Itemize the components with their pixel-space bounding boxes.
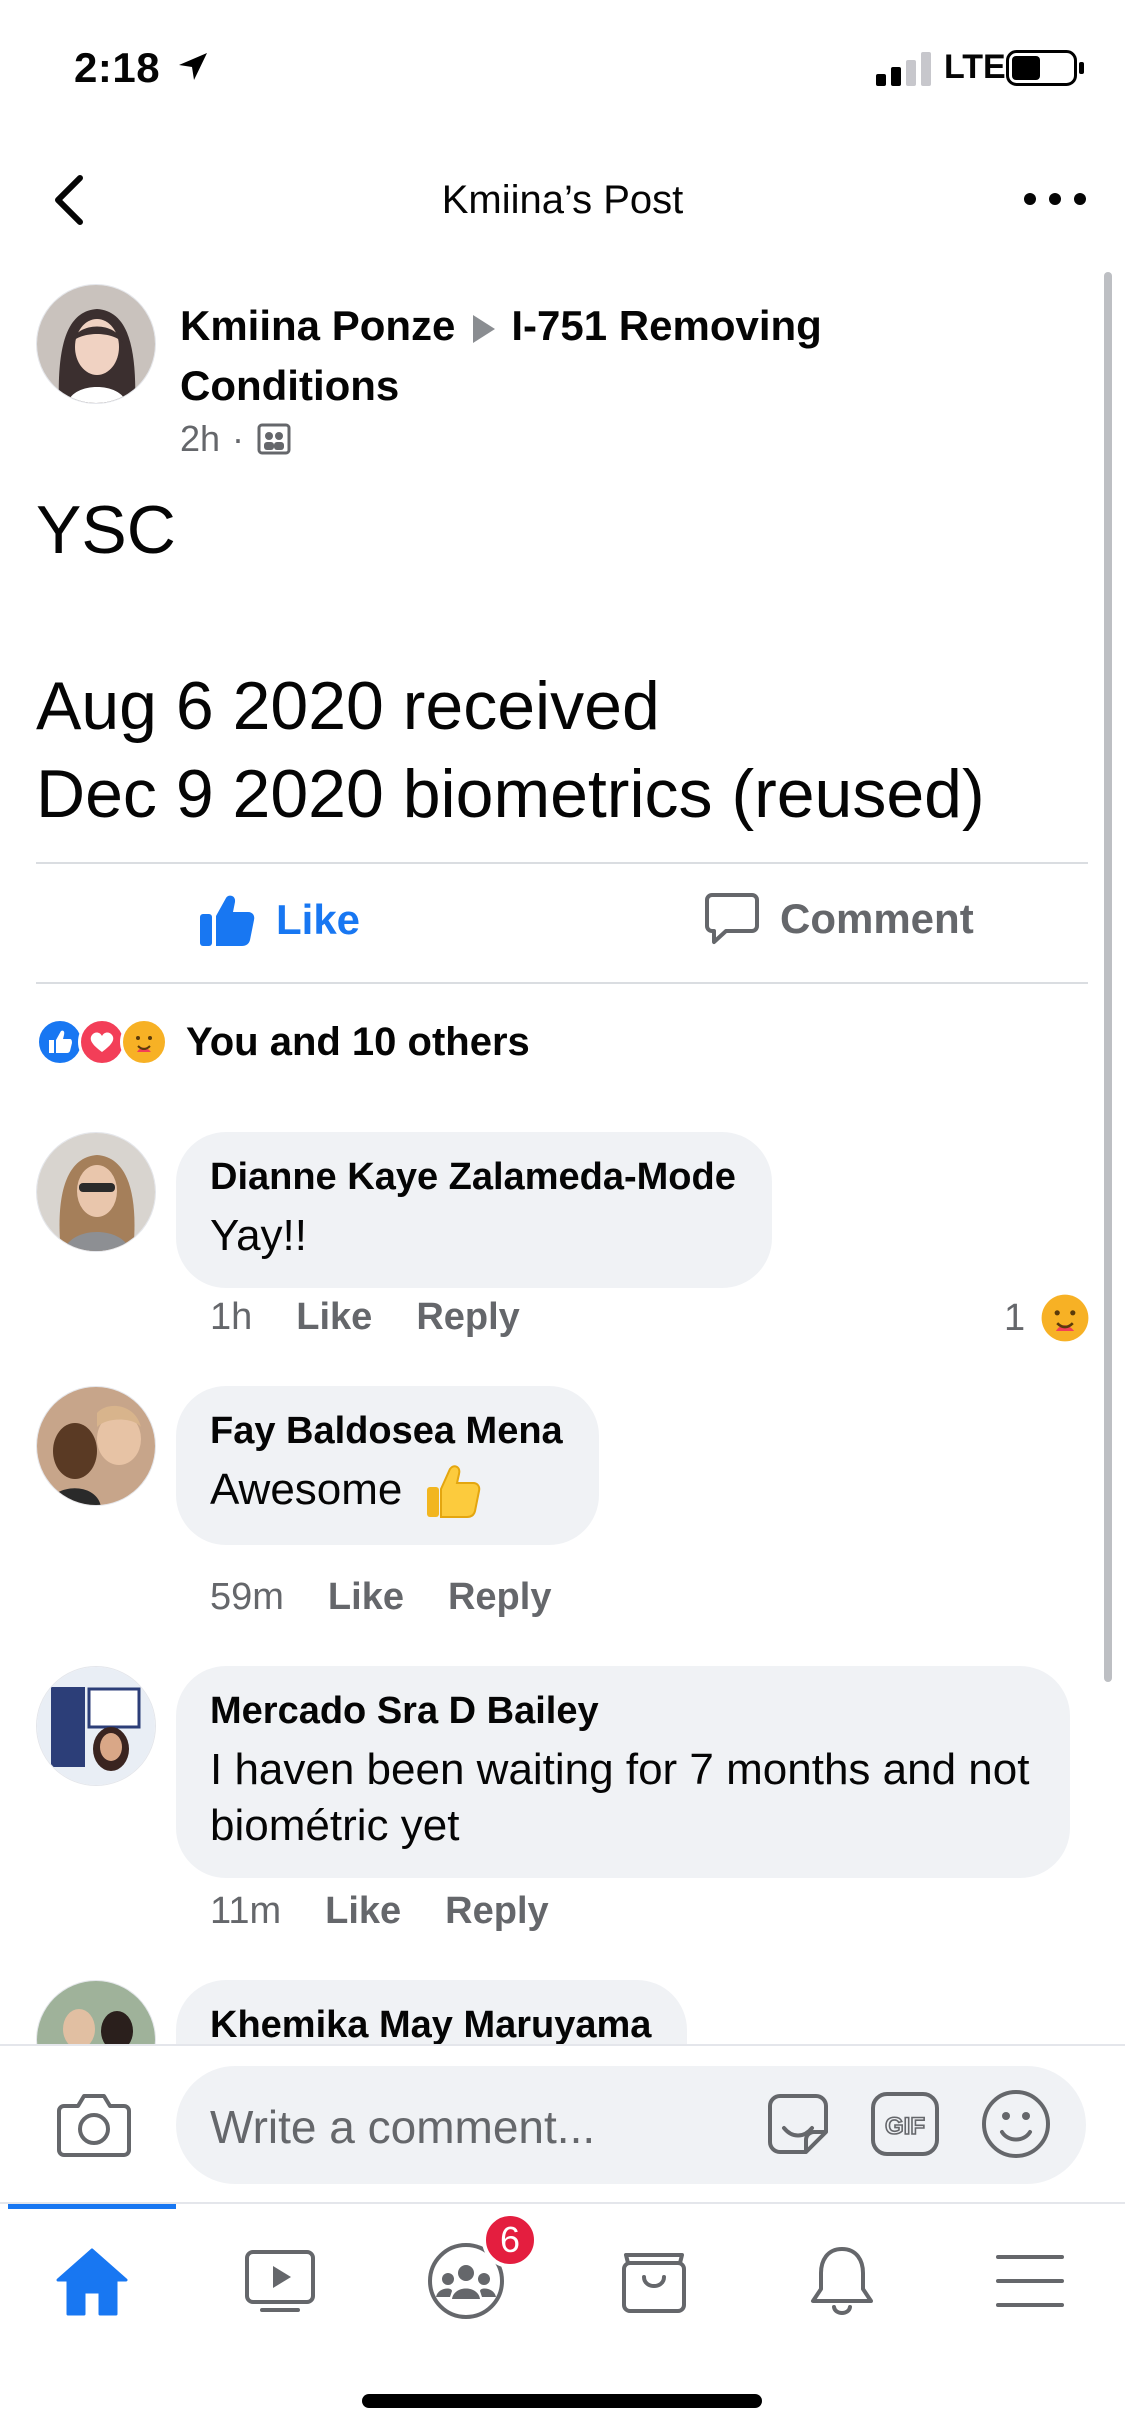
like-button[interactable]: Like — [198, 892, 360, 948]
comment-bubble[interactable]: Mercado Sra D Bailey I haven been waitin… — [176, 1666, 1070, 1878]
tab-home[interactable] — [42, 2236, 142, 2326]
sticker-icon[interactable] — [762, 2088, 834, 2160]
comment-like-button[interactable]: Like — [296, 1296, 372, 1339]
tab-marketplace[interactable] — [604, 2236, 704, 2326]
commenter-avatar[interactable] — [36, 1386, 156, 1506]
bell-icon — [811, 2247, 873, 2315]
network-type: LTE — [944, 48, 1006, 86]
comment-meta: 59m Like Reply — [210, 1576, 595, 1619]
comment-reply-button[interactable]: Reply — [448, 1576, 551, 1619]
comment-reply-button[interactable]: Reply — [445, 1890, 548, 1933]
comment-input[interactable]: Write a comment... GIF — [176, 2066, 1086, 2184]
love-reaction-icon — [78, 1018, 126, 1066]
comment-time: 1h — [210, 1296, 253, 1338]
tab-menu[interactable] — [980, 2236, 1080, 2326]
reaction-count-value: 1 — [1004, 1296, 1026, 1339]
post-body: YSC Aug 6 2020 received Dec 9 2020 biome… — [36, 492, 985, 832]
commenter-name[interactable]: Mercado Sra D Bailey — [210, 1688, 1034, 1734]
home-indicator — [362, 2394, 762, 2408]
like-reaction-icon — [36, 1018, 84, 1066]
post-time[interactable]: 2h — [180, 418, 220, 460]
comment-time: 59m — [210, 1576, 284, 1618]
comment-label: Comment — [780, 895, 974, 942]
tab-watch[interactable] — [230, 2236, 330, 2326]
reactions-summary[interactable]: You and 10 others — [36, 1018, 530, 1066]
like-label: Like — [276, 896, 361, 943]
more-icon[interactable] — [1020, 186, 1090, 212]
home-icon — [56, 2248, 128, 2316]
comment-reply-button[interactable]: Reply — [416, 1296, 519, 1339]
like-icon — [200, 895, 255, 946]
scrollbar[interactable] — [1104, 272, 1112, 1682]
watch-icon — [245, 2250, 315, 2312]
active-tab-indicator — [8, 2204, 176, 2209]
location-arrow-icon — [179, 53, 207, 80]
comment-icon — [705, 893, 759, 944]
care-reaction-icon — [120, 1018, 168, 1066]
comment-button[interactable]: Comment — [704, 892, 974, 946]
groups-notification-badge: 6 — [482, 2212, 538, 2268]
gif-icon[interactable]: GIF — [870, 2090, 940, 2158]
status-time: 2:18 — [74, 44, 161, 91]
care-reaction-icon — [1041, 1294, 1089, 1342]
post-header: Kmiina’s Post — [0, 150, 1125, 250]
commenter-name[interactable]: Fay Baldosea Mena — [210, 1408, 563, 1454]
comment-text-value: Awesome — [210, 1465, 403, 1514]
divider — [36, 862, 1088, 864]
emoji-icon[interactable] — [980, 2088, 1052, 2160]
comment-text: Yay!! — [210, 1211, 308, 1260]
post-meta: 2h · — [180, 418, 292, 460]
author-avatar[interactable] — [36, 284, 156, 404]
commenter-name[interactable]: Khemika May Maruyama — [210, 2002, 651, 2048]
comment-reaction-count[interactable]: 1 — [1004, 1292, 1091, 1344]
thumbs-up-emoji-icon — [426, 1465, 480, 1519]
comment-meta: 1h Like Reply — [210, 1296, 564, 1339]
commenter-avatar[interactable] — [36, 1666, 156, 1786]
comment-like-button[interactable]: Like — [328, 1576, 404, 1619]
comment-bubble[interactable]: Dianne Kaye Zalameda-Mode Yay!! — [176, 1132, 772, 1288]
divider — [36, 982, 1088, 984]
signal-icon — [876, 52, 931, 86]
svg-text:GIF: GIF — [885, 2113, 925, 2140]
tab-notifications[interactable] — [792, 2236, 892, 2326]
comment-meta: 11m Like Reply — [210, 1890, 593, 1933]
comment-text: I haven been waiting for 7 months and no… — [210, 1745, 1030, 1850]
author-name[interactable]: Kmiina Ponze — [180, 302, 455, 349]
marketplace-icon — [622, 2253, 686, 2313]
battery-icon — [1006, 50, 1084, 86]
commenter-avatar[interactable] — [36, 1132, 156, 1252]
menu-icon — [996, 2255, 1064, 2307]
comment-bubble[interactable]: Fay Baldosea Mena Awesome — [176, 1386, 599, 1546]
status-bar: 2:18 LTE — [0, 0, 1125, 130]
comment-text: Awesome — [210, 1462, 563, 1521]
arrow-right-icon — [473, 314, 496, 343]
comment-like-button[interactable]: Like — [325, 1890, 401, 1933]
group-privacy-icon — [257, 423, 291, 455]
reactions-text: You and 10 others — [186, 1019, 530, 1064]
comment-input-placeholder: Write a comment... — [210, 2101, 596, 2153]
meta-separator: · — [232, 418, 245, 459]
camera-icon[interactable] — [56, 2090, 132, 2158]
comment-time: 11m — [210, 1890, 282, 1932]
comment-composer: Write a comment... GIF — [0, 2044, 1125, 2202]
post-author-line: Kmiina Ponze I-751 Removing Conditions — [180, 296, 980, 416]
commenter-name[interactable]: Dianne Kaye Zalameda-Mode — [210, 1154, 736, 1200]
page-title: Kmiina’s Post — [441, 178, 684, 222]
